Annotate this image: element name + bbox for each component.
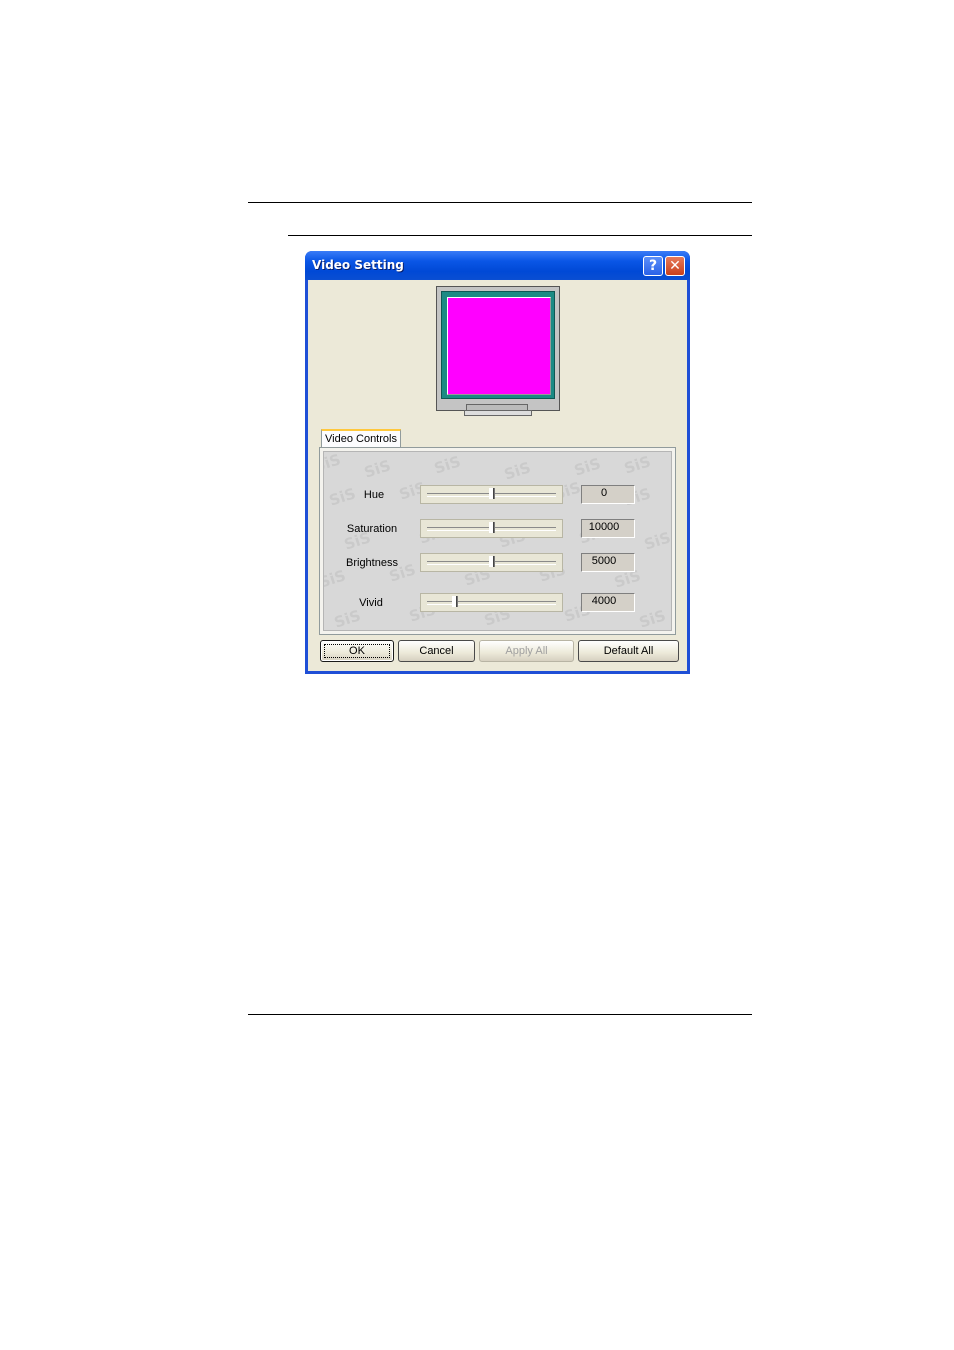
default-all-button[interactable]: Default All: [578, 640, 679, 662]
brightness-value: 5000: [581, 553, 635, 572]
sis-watermark: SiS: [323, 566, 348, 592]
default-all-button-label: Default All: [603, 645, 654, 657]
controls-area: SiS SiS SiS SiS SiS SiS SiS SiS SiS SiS SiS SiS SiS S…: [323, 451, 672, 631]
saturation-label: Saturation: [346, 523, 398, 535]
top-rule-1: [248, 202, 752, 203]
sis-watermark: SiS: [621, 452, 653, 478]
brightness-label: Brightness: [346, 557, 398, 569]
vivid-label: Vivid: [359, 597, 383, 609]
vivid-slider-track: [427, 601, 556, 605]
sis-watermark: SiS: [323, 451, 343, 476]
top-rule-2: [288, 235, 752, 236]
vivid-slider[interactable]: [420, 593, 563, 612]
ok-button[interactable]: OK: [320, 640, 394, 662]
monitor-frame: [436, 286, 560, 411]
apply-all-button-label: Apply All: [505, 645, 548, 657]
help-icon: ?: [648, 258, 658, 274]
cancel-button[interactable]: Cancel: [398, 640, 475, 662]
monitor-bezel: [441, 291, 555, 399]
vivid-value-text: 4000: [591, 595, 617, 607]
saturation-value: 10000: [581, 519, 635, 538]
sis-watermark: SiS: [641, 528, 672, 554]
brightness-value-text: 5000: [591, 555, 617, 567]
bottom-rule: [248, 1014, 752, 1015]
sis-watermark: SiS: [431, 452, 463, 478]
sis-watermark: SiS: [501, 458, 533, 484]
close-button[interactable]: ✕: [665, 256, 685, 276]
saturation-value-text: 10000: [588, 521, 620, 533]
hue-slider-thumb[interactable]: [489, 488, 494, 499]
ok-focus-rect: [324, 644, 390, 658]
monitor-stand-foot: [464, 410, 532, 416]
sis-watermark: SiS: [331, 606, 363, 631]
dialog-client-area: Video Controls SiS SiS SiS SiS SiS SiS SiS SiS S…: [308, 280, 687, 671]
monitor-screen-preview: [447, 297, 551, 395]
monitor-preview: [436, 286, 560, 416]
saturation-slider[interactable]: [420, 519, 563, 538]
apply-all-button[interactable]: Apply All: [479, 640, 574, 662]
hue-value-text: 0: [600, 487, 608, 499]
vivid-slider-thumb[interactable]: [452, 596, 457, 607]
tab-video-controls[interactable]: Video Controls: [321, 429, 401, 448]
brightness-slider[interactable]: [420, 553, 563, 572]
saturation-slider-thumb[interactable]: [489, 522, 494, 533]
hue-value: 0: [581, 485, 635, 504]
title-bar[interactable]: Video Setting ? ✕: [305, 251, 690, 280]
sis-watermark: SiS: [361, 456, 393, 482]
video-controls-panel: SiS SiS SiS SiS SiS SiS SiS SiS SiS SiS SiS SiS SiS S…: [319, 447, 676, 635]
hue-slider[interactable]: [420, 485, 563, 504]
sis-watermark: SiS: [636, 606, 668, 631]
cancel-button-label: Cancel: [419, 645, 454, 657]
dialog-title: Video Setting: [312, 258, 404, 272]
brightness-slider-thumb[interactable]: [489, 556, 494, 567]
video-setting-dialog: Video Setting ? ✕ Video Controls SiS SiS S…: [305, 251, 690, 674]
close-icon: ✕: [669, 258, 681, 274]
help-button[interactable]: ?: [643, 256, 663, 276]
sis-watermark: SiS: [571, 454, 603, 480]
hue-label: Hue: [363, 489, 385, 501]
vivid-value: 4000: [581, 593, 635, 612]
